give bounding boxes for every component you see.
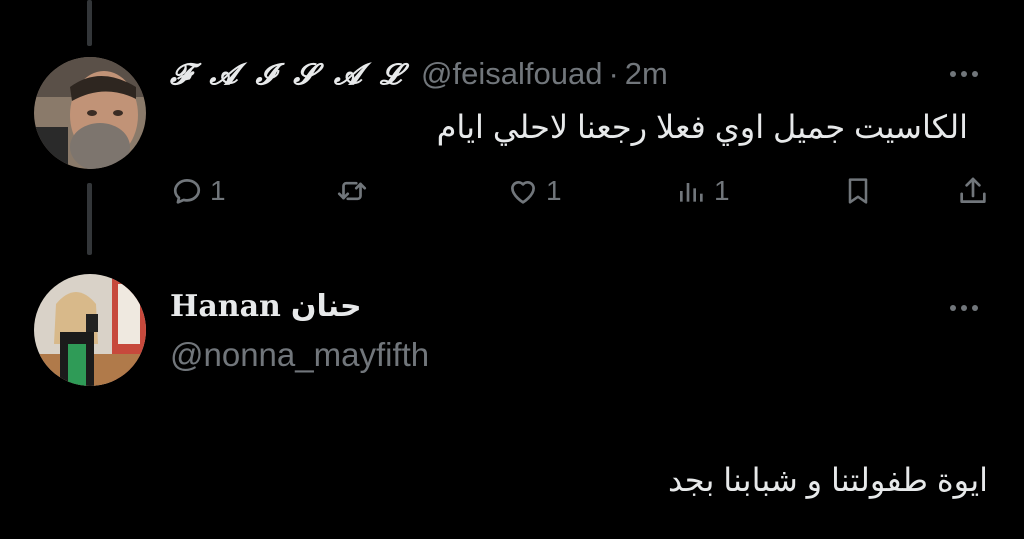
avatar-nonna-mayfifth[interactable] [34, 274, 146, 386]
display-name[interactable]: Hanan حنان [170, 289, 362, 324]
more-options-button[interactable] [950, 71, 978, 77]
timestamp[interactable]: 2m [625, 56, 668, 92]
user-handle[interactable]: @feisalfouad [421, 56, 602, 92]
avatar-feisalfouad[interactable] [34, 57, 146, 169]
bookmark-icon [848, 178, 868, 204]
reply-button[interactable]: 1 [170, 174, 226, 208]
display-name-arabic: حنان [290, 289, 362, 324]
retweet-icon [337, 181, 367, 201]
retweet-button[interactable] [334, 174, 376, 208]
views-button[interactable]: 1 [676, 174, 730, 208]
more-icon [950, 71, 956, 77]
views-count: 1 [714, 175, 730, 206]
tweet-2-header: Hanan حنان [170, 289, 362, 324]
more-options-button[interactable] [950, 305, 978, 311]
separator-dot: · [608, 56, 619, 91]
avatar-photo-woman [34, 274, 146, 386]
like-count: 1 [546, 175, 562, 206]
heart-icon [511, 180, 535, 204]
more-icon [950, 305, 956, 311]
display-name[interactable]: 𝓕 𝓐 𝓘 𝓢 𝓐 𝓛 [170, 57, 405, 92]
user-handle[interactable]: @nonna_mayfifth [170, 336, 429, 374]
tweet-text: الكاسيت جميل اوي فعلا رجعنا لاحلي ايام [436, 109, 968, 145]
bookmark-button[interactable] [842, 174, 874, 208]
tweet-text: ايوة طفولتنا و شبابنا بجد [668, 462, 988, 498]
avatar-photo-man [34, 57, 146, 169]
thread-connector [87, 183, 92, 255]
thread-connector-top [87, 0, 92, 46]
share-button[interactable] [956, 174, 990, 208]
like-button[interactable]: 1 [506, 174, 562, 208]
reply-count: 1 [210, 175, 226, 206]
views-icon [680, 183, 703, 202]
display-name-latin: Hanan [170, 289, 281, 324]
reply-icon [173, 179, 201, 204]
share-icon [960, 177, 986, 203]
tweet-1-header: 𝓕 𝓐 𝓘 𝓢 𝓐 𝓛 @feisalfouad · 2m [170, 56, 668, 92]
